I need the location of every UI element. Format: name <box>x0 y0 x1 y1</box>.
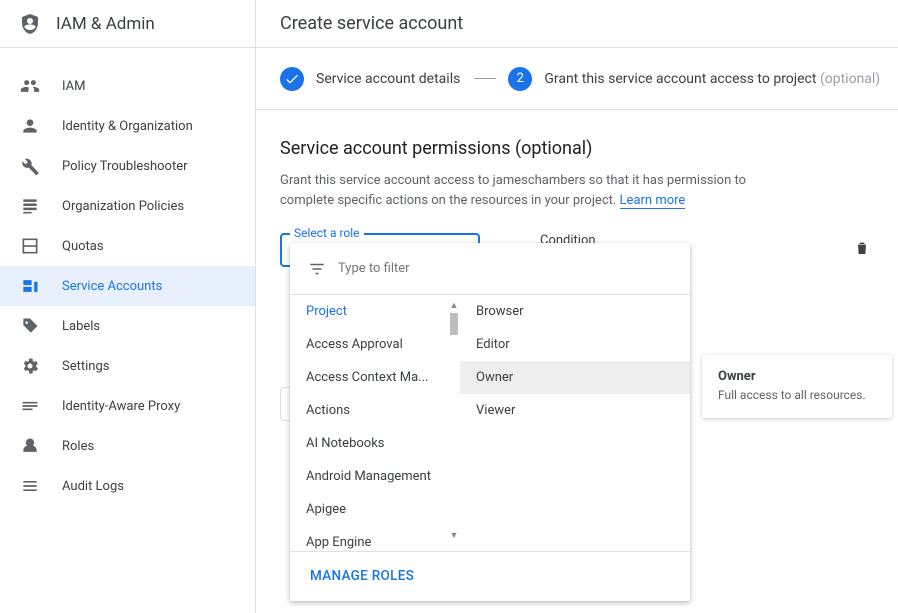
audit-icon <box>20 476 40 496</box>
sidebar-item-org-policies[interactable]: Organization Policies <box>0 186 255 226</box>
stepper: Service account details 2 Grant this ser… <box>256 48 898 110</box>
role-dropdown-body: Project Access Approval Access Context M… <box>290 295 690 551</box>
step-2-text: Grant this service account access to pro… <box>544 71 816 87</box>
sidebar-item-policy-troubleshooter[interactable]: Policy Troubleshooter <box>0 146 255 186</box>
role-category-item[interactable]: Apigee <box>290 493 460 526</box>
proxy-icon <box>20 396 40 416</box>
sidebar-item-label: Audit Logs <box>62 479 124 494</box>
tooltip-desc: Full access to all resources. <box>718 388 876 402</box>
sidebar-item-quotas[interactable]: Quotas <box>0 226 255 266</box>
sidebar-item-label: IAM <box>62 79 85 94</box>
role-item[interactable]: Owner <box>460 361 690 394</box>
role-category-item[interactable]: Actions <box>290 394 460 427</box>
sidebar-item-label: Settings <box>62 359 109 374</box>
list-icon <box>20 196 40 216</box>
step-2[interactable]: 2 Grant this service account access to p… <box>508 67 880 91</box>
page-header: Create service account <box>256 0 898 48</box>
role-category-item[interactable]: Android Management <box>290 460 440 493</box>
sidebar-header: IAM & Admin <box>0 0 255 48</box>
trash-icon <box>854 239 870 257</box>
sidebar-item-label: Service Accounts <box>62 279 162 294</box>
step-2-number: 2 <box>508 67 532 91</box>
sidebar-title: IAM & Admin <box>56 14 155 34</box>
tooltip-title: Owner <box>718 369 876 384</box>
section-title: Service account permissions (optional) <box>280 138 880 159</box>
sidebar-nav: IAM Identity & Organization Policy Troub… <box>0 48 255 506</box>
sidebar-item-service-accounts[interactable]: Service Accounts <box>0 266 255 306</box>
learn-more-link[interactable]: Learn more <box>620 193 686 209</box>
sidebar-item-label: Organization Policies <box>62 199 184 214</box>
sidebar-item-label: Labels <box>62 319 100 334</box>
role-category-item[interactable]: AI Notebooks <box>290 427 460 460</box>
person-icon <box>20 116 40 136</box>
role-category-item[interactable]: App Engine <box>290 526 460 551</box>
role-item[interactable]: Browser <box>460 295 690 328</box>
sidebar-item-identity[interactable]: Identity & Organization <box>0 106 255 146</box>
sidebar-item-iam[interactable]: IAM <box>0 66 255 106</box>
role-list: Browser Editor Owner Viewer <box>460 295 690 551</box>
role-category-item[interactable]: Access Context Ma... <box>290 361 440 394</box>
role-dropdown: Project Access Approval Access Context M… <box>290 243 690 601</box>
tag-icon <box>20 316 40 336</box>
step-2-label: Grant this service account access to pro… <box>544 71 880 87</box>
step-connector <box>474 78 496 79</box>
shield-icon <box>18 12 42 36</box>
sidebar-item-label: Identity-Aware Proxy <box>62 399 180 414</box>
section-desc: Grant this service account access to jam… <box>280 171 790 211</box>
gear-icon <box>20 356 40 376</box>
check-icon <box>280 67 304 91</box>
sidebar: IAM & Admin IAM Identity & Organization … <box>0 0 256 613</box>
role-filter-row <box>290 243 690 295</box>
delete-role-button[interactable] <box>854 239 870 261</box>
role-dropdown-footer: MANAGE ROLES <box>290 551 690 599</box>
manage-roles-button[interactable]: MANAGE ROLES <box>310 568 414 584</box>
sidebar-item-label: Identity & Organization <box>62 119 193 134</box>
role-filter-input[interactable] <box>338 261 672 276</box>
wrench-icon <box>20 156 40 176</box>
quota-icon <box>20 236 40 256</box>
sidebar-item-label: Policy Troubleshooter <box>62 159 188 174</box>
people-icon <box>20 76 40 96</box>
step-1[interactable]: Service account details <box>280 67 460 91</box>
sidebar-item-label: Roles <box>62 439 94 454</box>
role-category-scrollbar[interactable]: ▲ ▼ <box>448 301 460 541</box>
role-category-list: Project Access Approval Access Context M… <box>290 295 460 551</box>
scroll-up-icon: ▲ <box>448 301 460 311</box>
role-item[interactable]: Viewer <box>460 394 690 427</box>
scroll-thumb[interactable] <box>450 313 458 335</box>
role-select-label: Select a role <box>290 226 364 240</box>
sidebar-item-label: Quotas <box>62 239 104 254</box>
scroll-down-icon: ▼ <box>448 531 460 541</box>
step-2-optional: (optional) <box>820 71 880 87</box>
sidebar-item-iap[interactable]: Identity-Aware Proxy <box>0 386 255 426</box>
role-category-item[interactable]: Access Approval <box>290 328 460 361</box>
service-account-icon <box>20 276 40 296</box>
sidebar-item-roles[interactable]: Roles <box>0 426 255 466</box>
sidebar-item-labels[interactable]: Labels <box>0 306 255 346</box>
role-item[interactable]: Editor <box>460 328 690 361</box>
role-category-item[interactable]: Project <box>290 295 460 328</box>
page-title: Create service account <box>280 13 463 34</box>
sidebar-item-settings[interactable]: Settings <box>0 346 255 386</box>
step-1-label: Service account details <box>316 71 460 87</box>
roles-icon <box>20 436 40 456</box>
filter-icon <box>308 260 326 278</box>
role-tooltip: Owner Full access to all resources. <box>702 355 892 418</box>
sidebar-item-audit-logs[interactable]: Audit Logs <box>0 466 255 506</box>
